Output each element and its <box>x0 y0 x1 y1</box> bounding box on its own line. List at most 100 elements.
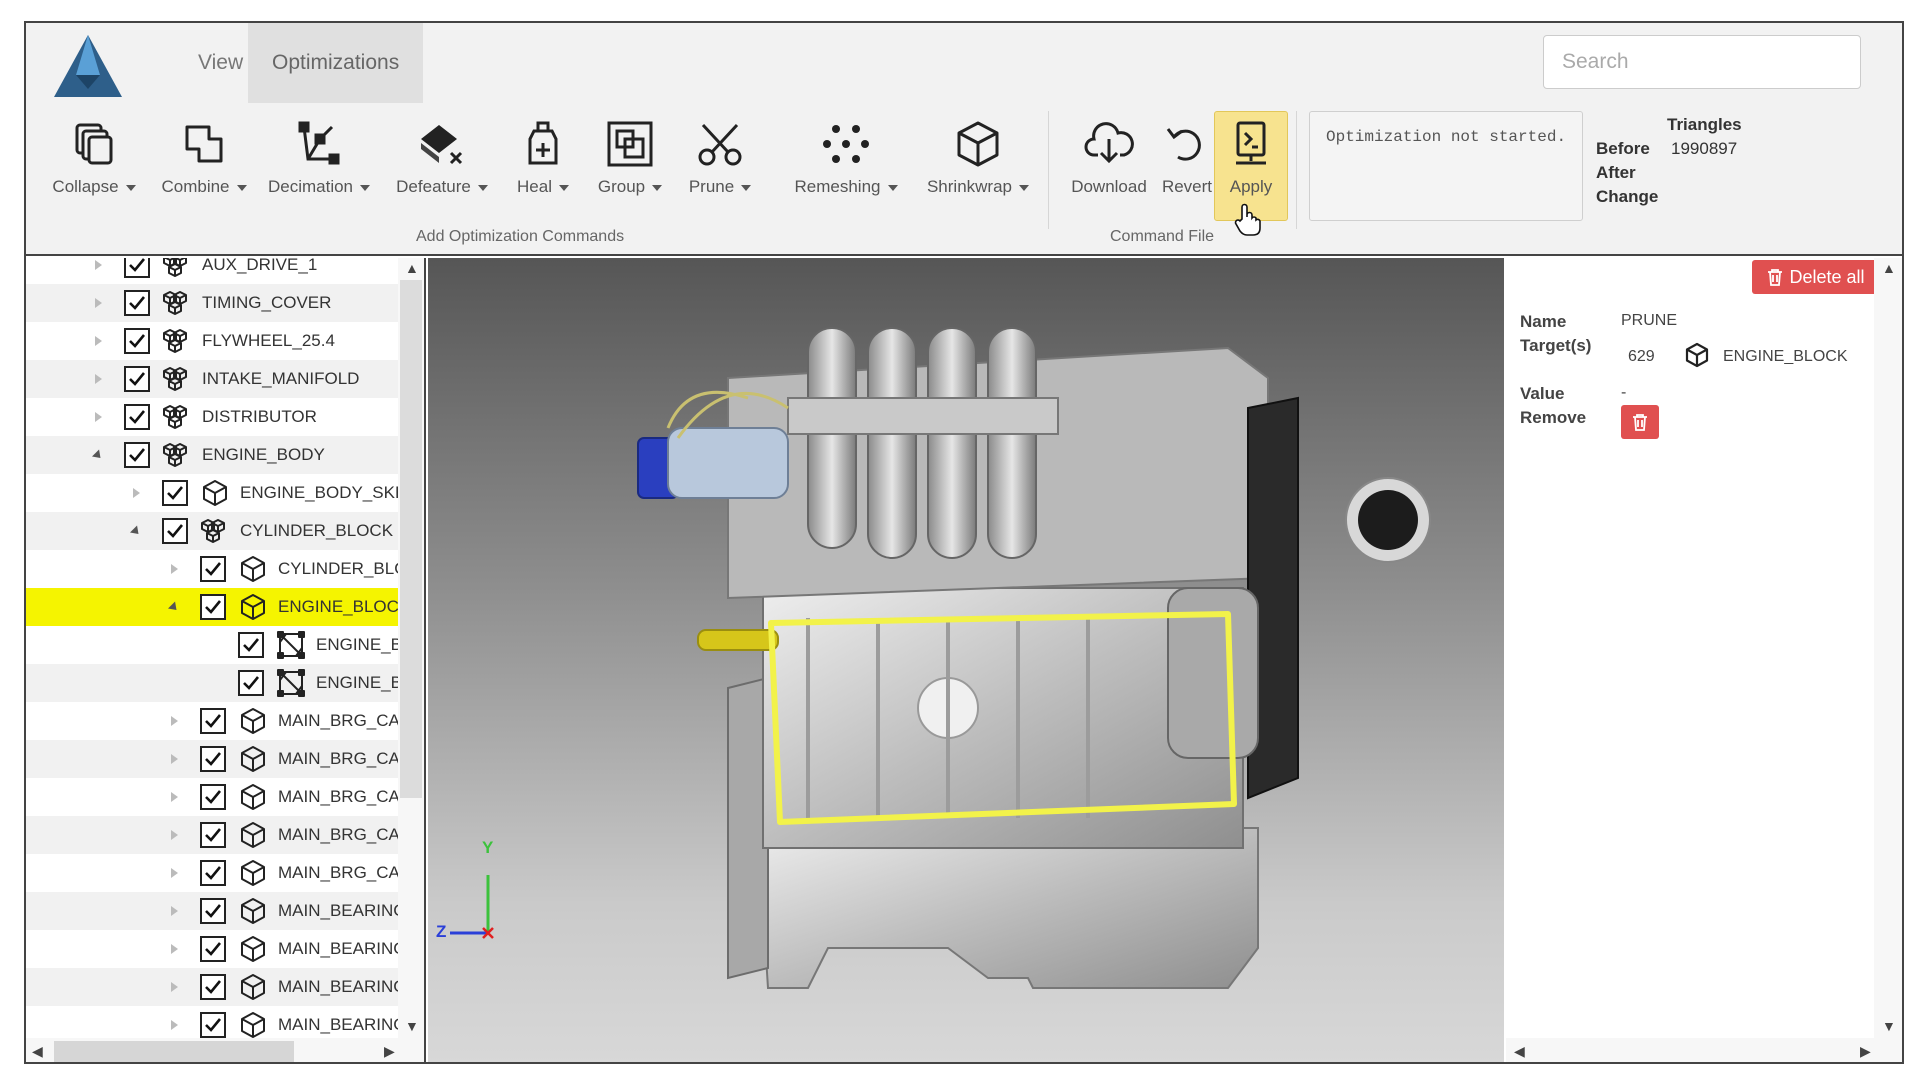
visibility-checkbox[interactable] <box>124 366 150 392</box>
collapse-button[interactable]: Collapse <box>44 119 144 219</box>
visibility-checkbox[interactable] <box>124 290 150 316</box>
remove-button[interactable] <box>1621 405 1659 439</box>
visibility-checkbox[interactable] <box>200 860 226 886</box>
tree-hscroll-thumb[interactable] <box>54 1041 294 1062</box>
part-icon <box>241 974 265 1000</box>
tree-row[interactable]: INTAKE_MANIFOLD <box>26 360 398 398</box>
visibility-checkbox[interactable] <box>200 746 226 772</box>
visibility-checkbox[interactable] <box>200 822 226 848</box>
scroll-up-arrow-icon[interactable]: ▲ <box>1882 260 1896 276</box>
visibility-checkbox[interactable] <box>200 784 226 810</box>
visibility-checkbox[interactable] <box>124 328 150 354</box>
search-input[interactable] <box>1543 35 1861 89</box>
expand-arrow-icon[interactable] <box>88 398 108 436</box>
visibility-checkbox[interactable] <box>162 518 188 544</box>
tree-row[interactable]: CYLINDER_BLOCI <box>26 550 424 588</box>
checkmark-icon <box>129 334 146 348</box>
tree-row[interactable]: ENGINE_BODY <box>26 436 398 474</box>
delete-all-button[interactable]: Delete all <box>1752 260 1880 294</box>
visibility-checkbox[interactable] <box>200 974 226 1000</box>
expand-arrow-icon[interactable] <box>164 854 184 892</box>
scroll-right-arrow-icon[interactable]: ▶ <box>384 1043 395 1060</box>
engine-model-render[interactable] <box>428 258 1504 1064</box>
scroll-left-arrow-icon[interactable]: ◀ <box>1514 1043 1525 1060</box>
tree-row[interactable]: DISTRIBUTOR <box>26 398 398 436</box>
expand-arrow-icon[interactable] <box>164 702 184 740</box>
command-file-label: Command File <box>1110 228 1215 245</box>
properties-vertical-scrollbar[interactable]: ▲ ▼ <box>1874 258 1902 1038</box>
visibility-checkbox[interactable] <box>238 632 264 658</box>
3d-viewport[interactable]: Y Z <box>428 258 1504 1064</box>
prune-button[interactable]: Prune <box>680 119 760 219</box>
collapse-arrow-icon[interactable] <box>164 588 184 626</box>
target-name[interactable]: ENGINE_BLOCK <box>1723 348 1847 366</box>
tree-row[interactable]: FLYWHEEL_25.4 <box>26 322 398 360</box>
heal-button[interactable]: Heal <box>506 119 580 219</box>
decimation-button[interactable]: Decimation <box>264 119 374 219</box>
tree-row[interactable]: ENGINE_BLO <box>26 664 424 702</box>
visibility-checkbox[interactable] <box>200 708 226 734</box>
visibility-checkbox[interactable] <box>200 1012 226 1038</box>
visibility-checkbox[interactable] <box>124 258 150 278</box>
properties-horizontal-scrollbar[interactable]: ◀ ▶ <box>1506 1038 1902 1062</box>
collapse-arrow-icon[interactable] <box>126 512 146 550</box>
scroll-right-arrow-icon[interactable]: ▶ <box>1860 1043 1871 1060</box>
visibility-checkbox[interactable] <box>200 594 226 620</box>
chevron-down-icon <box>125 184 136 191</box>
visibility-checkbox[interactable] <box>200 556 226 582</box>
expand-arrow-icon[interactable] <box>88 284 108 322</box>
shrinkwrap-button[interactable]: Shrinkwrap <box>914 119 1042 219</box>
visibility-checkbox[interactable] <box>200 936 226 962</box>
visibility-checkbox[interactable] <box>200 898 226 924</box>
tree-horizontal-scrollbar[interactable]: ◀ ▶ <box>26 1038 424 1062</box>
visibility-checkbox[interactable] <box>162 480 188 506</box>
expand-arrow-icon[interactable] <box>88 322 108 360</box>
tab-optimizations[interactable]: Optimizations <box>248 23 424 103</box>
visibility-checkbox[interactable] <box>124 404 150 430</box>
revert-label: Revert <box>1161 177 1213 196</box>
tree-vertical-scrollbar[interactable]: ▲ ▼ <box>398 258 424 1038</box>
expand-arrow-icon[interactable] <box>88 258 108 284</box>
expand-arrow-icon[interactable] <box>164 892 184 930</box>
expand-arrow-icon[interactable] <box>164 550 184 588</box>
tree-row[interactable]: ENGINE_BLO <box>26 626 424 664</box>
expand-arrow-icon[interactable] <box>164 968 184 1006</box>
tree-row[interactable]: MAIN_BEARING_E <box>26 930 424 968</box>
tree-row[interactable]: ENGINE_BLOCK <box>26 588 410 626</box>
tree-row[interactable]: MAIN_BRG_CAP_ <box>26 702 421 740</box>
tree-row[interactable]: TIMING_COVER <box>26 284 398 322</box>
tree-row[interactable]: MAIN_BRG_CAP_ <box>26 854 421 892</box>
defeature-button[interactable]: Defeature <box>388 119 496 219</box>
triangles-before-label: Before <box>1596 139 1650 158</box>
tree-row[interactable]: CYLINDER_BLOCK <box>26 512 398 550</box>
scroll-left-arrow-icon[interactable]: ◀ <box>32 1043 43 1060</box>
remeshing-button[interactable]: Remeshing <box>782 119 910 219</box>
tree-row[interactable]: MAIN_BRG_CAP <box>26 778 411 816</box>
expand-arrow-icon[interactable] <box>126 474 146 512</box>
combine-button[interactable]: Combine <box>154 119 254 219</box>
tree-row[interactable]: MAIN_BEARING_E <box>26 892 424 930</box>
tree-node-label: ENGINE_BODY <box>202 445 325 464</box>
tree-row[interactable]: AUX_DRIVE_1 <box>26 258 398 284</box>
expand-arrow-icon[interactable] <box>164 930 184 968</box>
scroll-up-arrow-icon[interactable]: ▲ <box>405 260 419 276</box>
scroll-down-arrow-icon[interactable]: ▼ <box>1882 1018 1896 1034</box>
scroll-down-arrow-icon[interactable]: ▼ <box>405 1018 419 1034</box>
visibility-checkbox[interactable] <box>124 442 150 468</box>
revert-button[interactable]: Revert <box>1160 119 1214 219</box>
tree-row[interactable]: MAIN_BRG_CAP <box>26 816 411 854</box>
expand-arrow-icon[interactable] <box>88 360 108 398</box>
download-button[interactable]: Download <box>1064 119 1154 219</box>
expand-arrow-icon[interactable] <box>164 740 184 778</box>
model-tree-panel[interactable]: AUX_DRIVE_1 TIMING_COVER FLYWHEEL_25.4 INTA… <box>26 258 426 1062</box>
visibility-checkbox[interactable] <box>238 670 264 696</box>
tree-row[interactable]: MAIN_BEARING_I <box>26 968 421 1006</box>
triangles-change-label: Change <box>1596 187 1659 206</box>
collapse-arrow-icon[interactable] <box>88 436 108 474</box>
tree-row[interactable]: MAIN_BRG_CAP <box>26 740 411 778</box>
tree-scroll-thumb[interactable] <box>400 280 422 798</box>
group-button[interactable]: Group <box>590 119 670 219</box>
tree-row[interactable]: ENGINE_BODY_SKEL <box>26 474 416 512</box>
expand-arrow-icon[interactable] <box>164 778 184 816</box>
expand-arrow-icon[interactable] <box>164 816 184 854</box>
